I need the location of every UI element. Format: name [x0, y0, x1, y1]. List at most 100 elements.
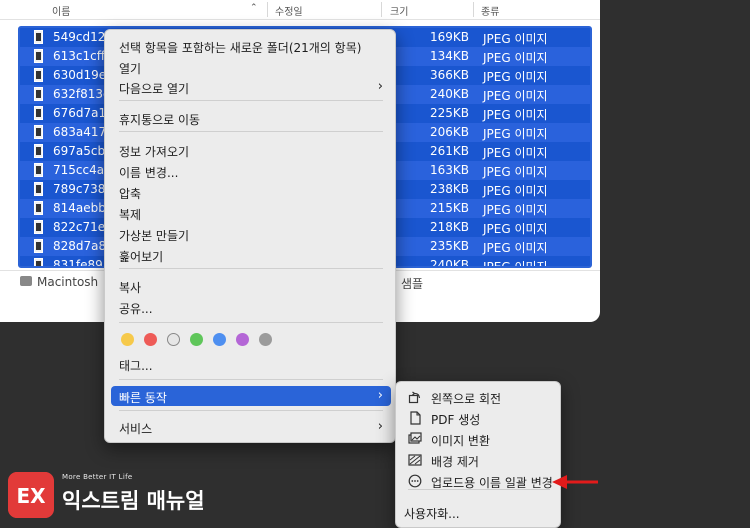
submenu-item-create-pdf[interactable]: PDF 생성: [402, 408, 556, 428]
column-modified-header[interactable]: 수정일: [275, 3, 303, 18]
sort-chevron-icon: ⌃: [250, 3, 258, 13]
file-name: 828d7a8: [53, 239, 107, 253]
column-divider[interactable]: [381, 2, 382, 17]
file-name: 831fe89: [53, 258, 103, 268]
file-kind: JPEG 이미지: [483, 127, 548, 141]
jpeg-thumbnail-icon: [34, 144, 43, 158]
submenu-item-batch-rename-for-upload[interactable]: 업로드용 이름 일괄 변경: [402, 471, 556, 491]
hard-drive-icon: [20, 276, 32, 286]
file-kind: JPEG 이미지: [483, 108, 548, 122]
menu-item-rename[interactable]: 이름 변경...: [111, 161, 391, 181]
file-size: 134KB: [430, 49, 470, 63]
submenu-item-label: 사용자화...: [404, 507, 460, 521]
menu-item-label: 태그...: [119, 359, 153, 373]
file-size: 240KB: [430, 87, 470, 101]
submenu-item-label: 배경 제거: [431, 455, 479, 469]
menu-item-label: 열기: [119, 62, 142, 76]
menu-item-duplicate[interactable]: 복제: [111, 203, 391, 223]
jpeg-thumbnail-icon: [34, 49, 43, 63]
column-divider[interactable]: [473, 2, 474, 17]
menu-item-label: 빠른 동작: [119, 391, 167, 405]
submenu-item-convert-image[interactable]: 이미지 변환: [402, 429, 556, 449]
file-kind: JPEG 이미지: [483, 89, 548, 103]
file-name: 814aebb: [53, 201, 106, 215]
column-name-header[interactable]: 이름: [52, 3, 70, 18]
submenu-item-customize[interactable]: 사용자화...: [402, 502, 556, 522]
path-folder[interactable]: 샘플: [401, 275, 423, 292]
menu-item-move-to-trash[interactable]: 휴지통으로 이동: [111, 108, 391, 128]
tag-yellow-dot[interactable]: [121, 333, 134, 346]
menu-item-services[interactable]: 서비스 ›: [111, 417, 391, 437]
column-divider[interactable]: [267, 2, 268, 17]
submenu-item-label: 이미지 변환: [431, 434, 491, 448]
menu-item-open[interactable]: 열기: [111, 57, 391, 77]
more-circle-icon: [408, 474, 422, 488]
file-kind: JPEG 이미지: [483, 184, 548, 198]
menu-item-label: 선택 항목을 포함하는 새로운 폴더(21개의 항목): [119, 41, 362, 55]
file-name: 613c1cff: [53, 49, 106, 63]
column-size-header[interactable]: 크기: [390, 3, 408, 18]
file-size: 240KB: [430, 258, 470, 268]
tag-none-dot[interactable]: [167, 333, 180, 346]
jpeg-thumbnail-icon: [34, 163, 43, 177]
menu-item-label: 복제: [119, 208, 142, 222]
file-kind: JPEG 이미지: [483, 165, 548, 179]
file-kind: JPEG 이미지: [483, 241, 548, 255]
file-kind: JPEG 이미지: [483, 32, 548, 46]
menu-item-label: 휴지통으로 이동: [119, 113, 201, 127]
menu-item-label: 정보 가져오기: [119, 145, 190, 159]
file-size: 206KB: [430, 125, 470, 139]
file-size: 366KB: [430, 68, 470, 82]
tag-gray-dot[interactable]: [259, 333, 272, 346]
submenu-item-rotate-left[interactable]: 왼쪽으로 회전: [402, 387, 556, 407]
remove-background-icon: [408, 454, 422, 466]
jpeg-thumbnail-icon: [34, 220, 43, 234]
menu-item-quick-look[interactable]: 훑어보기: [111, 245, 391, 265]
menu-item-label: 훑어보기: [119, 250, 164, 264]
menu-separator: [119, 379, 383, 380]
menu-separator: [119, 410, 383, 411]
menu-item-label: 압축: [119, 187, 142, 201]
menu-item-open-with[interactable]: 다음으로 열기 ›: [111, 77, 391, 97]
menu-item-label: 서비스: [119, 422, 153, 436]
file-name: 715cc4af: [53, 163, 109, 177]
jpeg-thumbnail-icon: [34, 87, 43, 101]
convert-image-icon: [408, 432, 422, 444]
jpeg-thumbnail-icon: [34, 182, 43, 196]
file-size: 261KB: [430, 144, 470, 158]
menu-item-quick-actions[interactable]: 빠른 동작 ›: [111, 386, 391, 406]
tag-purple-dot[interactable]: [236, 333, 249, 346]
file-size: 235KB: [430, 239, 470, 253]
menu-item-get-info[interactable]: 정보 가져오기: [111, 140, 391, 160]
menu-separator: [119, 131, 383, 132]
menu-item-copy[interactable]: 복사: [111, 276, 391, 296]
menu-item-share[interactable]: 공유...: [111, 297, 391, 317]
submenu-item-label: 왼쪽으로 회전: [431, 392, 502, 406]
tag-green-dot[interactable]: [190, 333, 203, 346]
file-size: 218KB: [430, 220, 470, 234]
jpeg-thumbnail-icon: [34, 258, 43, 266]
menu-item-label: 공유...: [119, 302, 153, 316]
menu-item-label: 복사: [119, 281, 142, 295]
menu-item-label: 가상본 만들기: [119, 229, 190, 243]
file-name: 632f813e: [53, 87, 111, 101]
jpeg-thumbnail-icon: [34, 125, 43, 139]
file-size: 215KB: [430, 201, 470, 215]
menu-item-new-folder-with-selection[interactable]: 선택 항목을 포함하는 새로운 폴더(21개의 항목): [111, 36, 391, 56]
quick-actions-submenu: 왼쪽으로 회전 PDF 생성 이미지 변환 배경 제거 업로드용 이름 일괄 변…: [395, 381, 561, 528]
menu-item-compress[interactable]: 압축: [111, 182, 391, 202]
submenu-item-remove-background[interactable]: 배경 제거: [402, 450, 556, 470]
context-menu: 선택 항목을 포함하는 새로운 폴더(21개의 항목) 열기 다음으로 열기 › …: [104, 29, 396, 443]
logo-badge-icon: EX: [8, 472, 54, 518]
tag-red-dot[interactable]: [144, 333, 157, 346]
logo-tagline: More Better IT Life: [62, 473, 133, 481]
path-volume[interactable]: Macintosh: [37, 275, 98, 289]
file-name: 789c738: [53, 182, 106, 196]
menu-item-tags[interactable]: 태그...: [111, 354, 391, 374]
file-kind: JPEG 이미지: [483, 222, 548, 236]
jpeg-thumbnail-icon: [34, 201, 43, 215]
column-kind-header[interactable]: 종류: [481, 3, 499, 18]
jpeg-thumbnail-icon: [34, 30, 43, 44]
tag-blue-dot[interactable]: [213, 333, 226, 346]
menu-item-make-alias[interactable]: 가상본 만들기: [111, 224, 391, 244]
